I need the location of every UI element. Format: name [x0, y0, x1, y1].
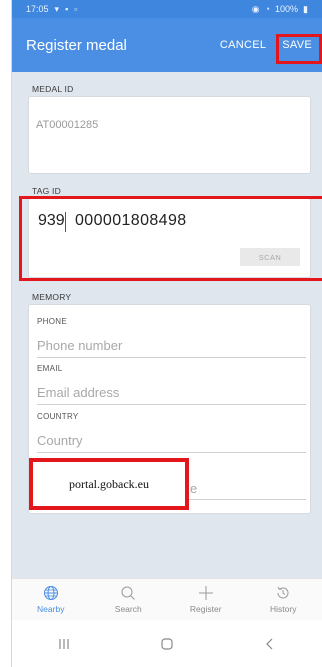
message-icon: ▪	[65, 4, 69, 14]
nav-register[interactable]: Register	[176, 585, 236, 614]
country-label: COUNTRY	[37, 412, 79, 421]
battery-icon: ▮	[303, 3, 308, 14]
system-navigation-bar	[12, 620, 322, 667]
obscured-field-text[interactable]: e	[190, 481, 197, 496]
location-icon: ◉	[251, 3, 260, 14]
country-underline	[37, 452, 306, 453]
signal-icon: ▾	[54, 3, 60, 14]
recent-apps-button[interactable]	[44, 629, 84, 659]
home-button[interactable]	[147, 629, 187, 659]
email-label: EMAIL	[37, 364, 63, 373]
bottom-navigation: Nearby Search Register History	[12, 578, 322, 620]
email-underline	[37, 404, 306, 405]
page-title: Register medal	[26, 36, 127, 54]
nav-register-label: Register	[189, 604, 222, 614]
back-button[interactable]	[250, 629, 290, 659]
memory-label: MEMORY	[32, 292, 72, 302]
tag-id-label: TAG ID	[32, 186, 61, 196]
home-icon	[161, 637, 173, 650]
nav-search-label: Search	[114, 604, 142, 614]
phone-screen: 17:05 ▾ ▪ ▫ ◉ ◔ 100% ▮ Register medal CA…	[11, 0, 322, 667]
recent-apps-icon	[59, 638, 69, 649]
email-field[interactable]: Email address	[37, 385, 119, 400]
medal-id-label: MEDAL ID	[32, 84, 74, 94]
status-bar: 17:05 ▾ ▪ ▫ ◉ ◔ 100% ▮	[12, 0, 322, 18]
battery-level: 100%	[275, 4, 299, 14]
back-icon	[266, 638, 273, 649]
portal-url-text: portal.goback.eu	[69, 476, 149, 491]
wifi-icon: ◔	[264, 4, 271, 14]
nav-search[interactable]: Search	[98, 585, 158, 614]
nav-history[interactable]: History	[253, 585, 313, 614]
phone-field[interactable]: Phone number	[37, 338, 122, 353]
globe-icon	[43, 585, 59, 601]
country-field[interactable]: Country	[37, 433, 83, 448]
phone-label: PHONE	[37, 317, 67, 326]
nav-history-label: History	[270, 604, 297, 614]
portal-highlight-box: portal.goback.eu	[29, 458, 189, 510]
nav-nearby-label: Nearby	[37, 604, 65, 614]
plus-icon	[198, 585, 214, 601]
cancel-button[interactable]: CANCEL	[220, 39, 266, 51]
phone-underline	[37, 357, 306, 358]
history-icon	[275, 585, 291, 601]
search-icon	[120, 585, 136, 601]
medal-id-field[interactable]: AT00001285	[28, 96, 311, 174]
image-icon: ▫	[74, 4, 78, 14]
tag-id-highlight-box	[19, 196, 322, 281]
save-highlight-box	[276, 34, 322, 64]
medal-id-value: AT00001285	[36, 119, 99, 131]
nav-nearby[interactable]: Nearby	[21, 585, 81, 614]
status-time: 17:05	[26, 4, 49, 14]
